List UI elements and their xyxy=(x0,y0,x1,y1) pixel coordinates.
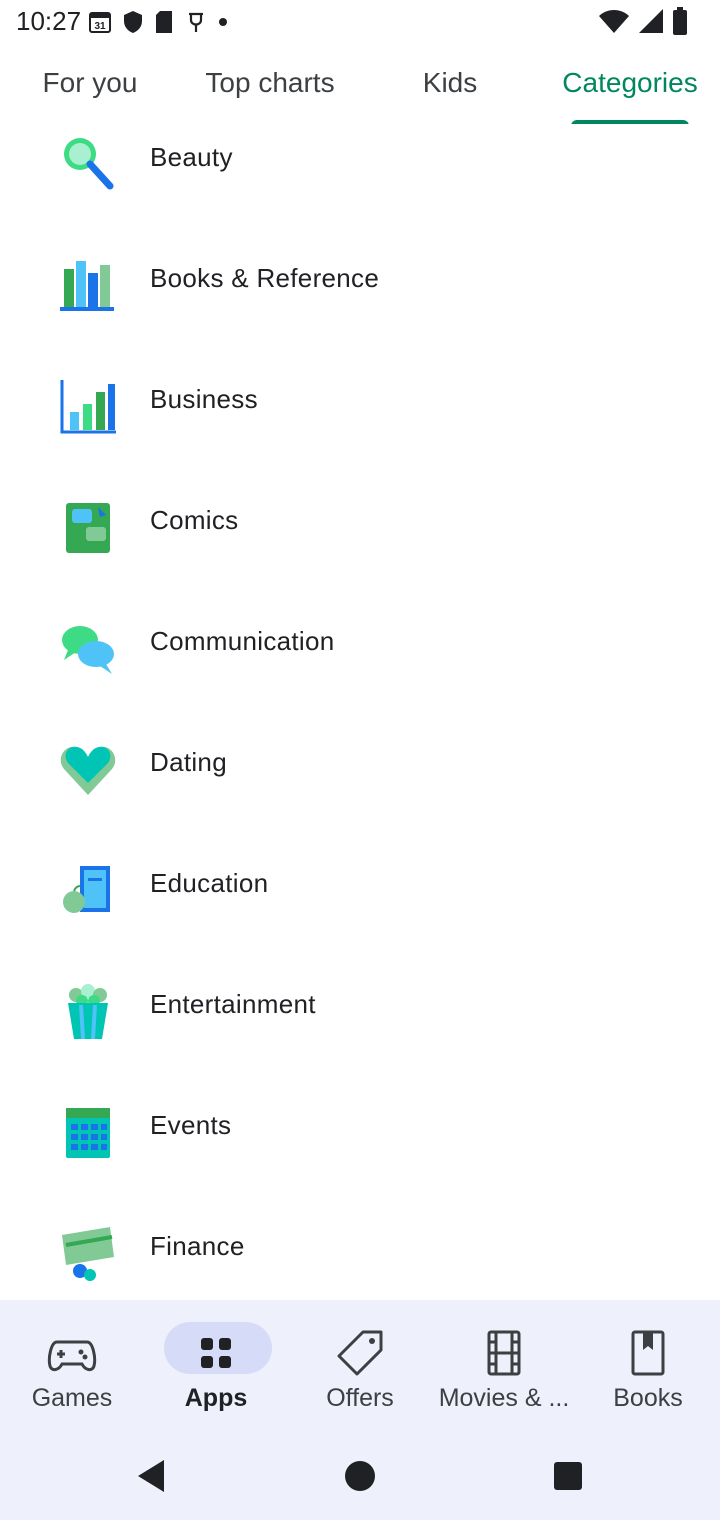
status-bar: 10:27 31 xyxy=(0,0,720,44)
tab-categories[interactable]: Categories xyxy=(555,44,705,122)
nav-label: Offers xyxy=(326,1384,394,1412)
system-navigation-bar xyxy=(0,1430,720,1520)
nav-movies-tv[interactable]: Movies & ... xyxy=(432,1300,576,1430)
category-row-comics[interactable]: Comics xyxy=(0,465,720,586)
category-label: Dating xyxy=(150,747,227,777)
nav-label: Books xyxy=(613,1384,683,1412)
finance-card-icon xyxy=(62,1227,114,1281)
category-row-finance[interactable]: Finance xyxy=(0,1191,720,1300)
bottom-navigation: Games Apps Offers Movies & ... Books xyxy=(0,1300,720,1430)
nav-label: Apps xyxy=(184,1384,248,1412)
category-label: Communication xyxy=(150,626,335,656)
tag-icon xyxy=(337,1330,383,1376)
calendar-day: 31 xyxy=(94,21,106,32)
nav-apps[interactable]: Apps xyxy=(144,1300,288,1430)
popcorn-icon xyxy=(68,984,108,1040)
tab-for-you[interactable]: For you xyxy=(30,44,150,122)
wifi-icon xyxy=(599,10,629,33)
film-icon xyxy=(487,1330,521,1376)
category-label: Education xyxy=(150,868,269,898)
category-row-dating[interactable]: Dating xyxy=(0,707,720,828)
bookmark-icon xyxy=(631,1330,665,1376)
nav-label: Movies & ... xyxy=(438,1384,570,1412)
category-row-communication[interactable]: Communication xyxy=(0,586,720,707)
business-chart-icon xyxy=(60,380,116,434)
beauty-mirror-icon xyxy=(64,138,114,190)
category-label: Books & Reference xyxy=(150,263,380,293)
books-icon xyxy=(60,261,114,311)
comics-icon xyxy=(66,503,110,553)
nav-books[interactable]: Books xyxy=(576,1300,720,1430)
usb-icon xyxy=(189,12,203,32)
calendar-icon: 31 xyxy=(89,12,111,33)
recents-icon[interactable] xyxy=(544,1452,592,1500)
shield-icon xyxy=(124,11,142,33)
back-icon[interactable] xyxy=(128,1452,176,1500)
category-label: Beauty xyxy=(150,142,233,172)
category-label: Events xyxy=(150,1110,232,1140)
signal-icon xyxy=(639,9,663,33)
chat-bubbles-icon xyxy=(62,626,114,674)
apps-grid-icon xyxy=(201,1338,231,1368)
category-label: Entertainment xyxy=(150,989,316,1019)
category-label: Business xyxy=(150,384,258,414)
category-label: Comics xyxy=(150,505,239,535)
battery-icon xyxy=(673,7,687,35)
calendar-grid-icon xyxy=(66,1108,110,1158)
dot-icon xyxy=(219,18,227,26)
education-icon xyxy=(63,866,110,913)
tab-top-charts[interactable]: Top charts xyxy=(195,44,345,122)
category-row-business[interactable]: Business xyxy=(0,344,720,465)
tab-kids[interactable]: Kids xyxy=(405,44,495,122)
status-time: 10:27 xyxy=(16,6,82,36)
home-icon[interactable] xyxy=(336,1452,384,1500)
category-row-education[interactable]: Education xyxy=(0,828,720,949)
sd-card-icon xyxy=(156,11,172,33)
top-tabs: For you Top charts Kids Categories xyxy=(0,44,720,126)
gamepad-icon xyxy=(47,1340,97,1372)
category-list[interactable]: Beauty Books & Reference Business Comics… xyxy=(0,124,720,1300)
category-row-entertainment[interactable]: Entertainment xyxy=(0,949,720,1070)
category-row-events[interactable]: Events xyxy=(0,1070,720,1191)
category-label: Finance xyxy=(150,1231,245,1261)
nav-offers[interactable]: Offers xyxy=(288,1300,432,1430)
category-row-beauty[interactable]: Beauty xyxy=(0,124,720,223)
nav-label: Games xyxy=(31,1384,113,1412)
heart-icon xyxy=(60,746,116,795)
nav-games[interactable]: Games xyxy=(0,1300,144,1430)
category-row-books-reference[interactable]: Books & Reference xyxy=(0,223,720,344)
